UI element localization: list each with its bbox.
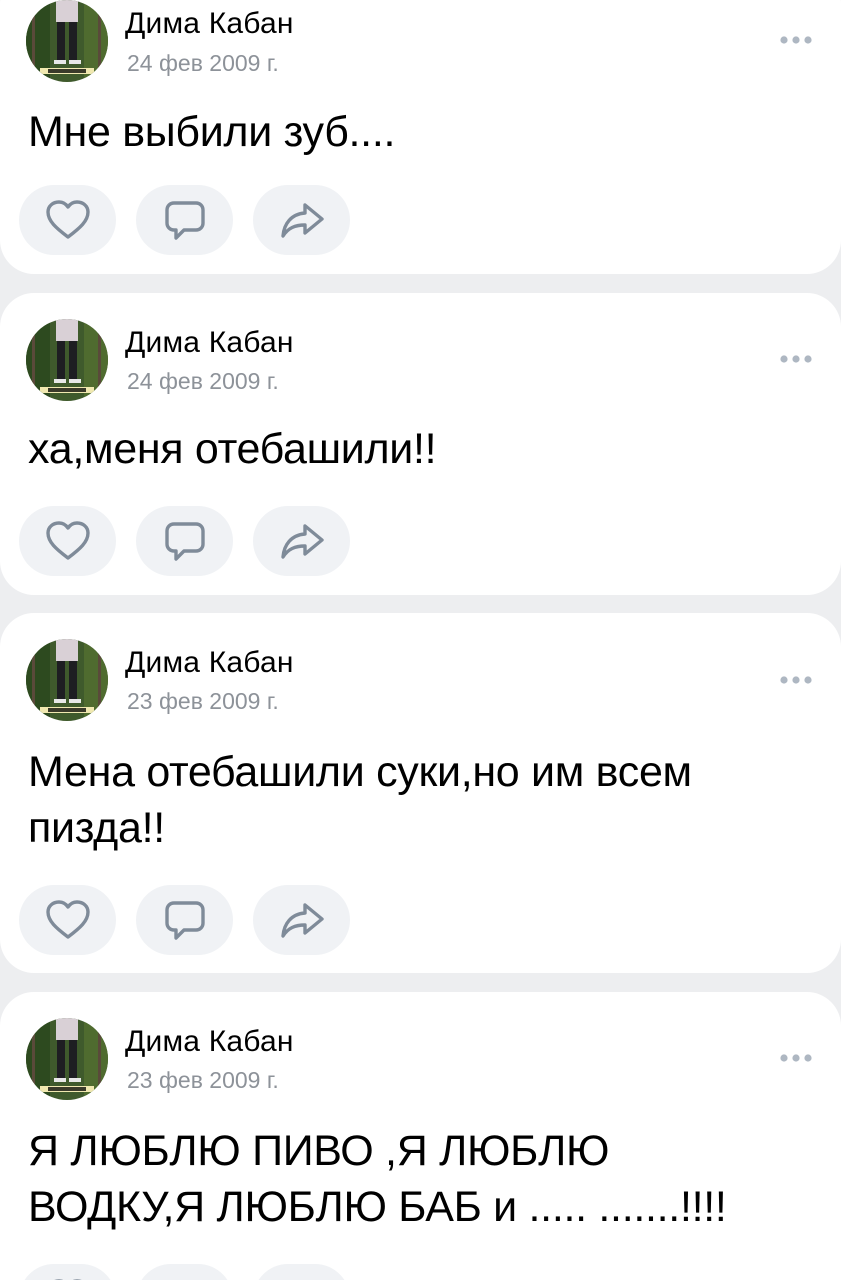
comment-icon xyxy=(164,901,205,940)
more-options-icon[interactable] xyxy=(778,354,814,364)
post-card: Дима Кабан 23 фев 2009 г. Я ЛЮБЛЮ ПИВО ,… xyxy=(0,992,841,1280)
comment-button[interactable] xyxy=(136,1264,233,1280)
post-date[interactable]: 23 фев 2009 г. xyxy=(127,688,279,715)
comment-icon xyxy=(164,201,205,240)
comment-button[interactable] xyxy=(136,185,233,255)
share-button[interactable] xyxy=(253,506,350,576)
comment-icon xyxy=(162,1276,208,1280)
author-name[interactable]: Дима Кабан xyxy=(125,7,294,41)
post-date[interactable]: 23 фев 2009 г. xyxy=(127,1067,279,1094)
post-card: Дима Кабан 23 фев 2009 г. Мена отебашили… xyxy=(0,613,841,973)
post-text: Мне выбили зуб.... xyxy=(28,108,396,156)
post-actions xyxy=(19,506,350,576)
post-card: Дима Кабан 24 фев 2009 г. ха,меня отебаш… xyxy=(0,293,841,595)
post-feed: Дима Кабан 24 фев 2009 г. Мне выбили зуб… xyxy=(0,0,841,1280)
share-icon xyxy=(280,524,324,559)
like-icon xyxy=(45,200,90,239)
share-button[interactable] xyxy=(253,1264,350,1280)
like-button[interactable] xyxy=(19,1264,116,1280)
post-actions xyxy=(19,1264,350,1280)
post-date[interactable]: 24 фев 2009 г. xyxy=(127,50,279,77)
post-card: Дима Кабан 24 фев 2009 г. Мне выбили зуб… xyxy=(0,0,841,274)
more-options-icon[interactable] xyxy=(778,675,814,685)
avatar-photo xyxy=(26,0,108,82)
avatar-photo xyxy=(26,1018,108,1100)
author-name[interactable]: Дима Кабан xyxy=(125,646,294,680)
post-actions xyxy=(19,185,350,255)
like-button[interactable] xyxy=(19,506,116,576)
post-date[interactable]: 24 фев 2009 г. xyxy=(127,368,279,395)
author-name[interactable]: Дима Кабан xyxy=(125,1025,294,1059)
comment-icon xyxy=(164,522,205,561)
like-icon xyxy=(45,521,90,560)
more-options-icon[interactable] xyxy=(778,1053,814,1063)
post-text: Мена отебашили суки,но им всем пизда!! xyxy=(28,748,692,852)
comment-button[interactable] xyxy=(136,885,233,955)
share-button[interactable] xyxy=(253,885,350,955)
avatar-photo xyxy=(26,639,108,721)
share-icon xyxy=(280,903,324,938)
avatar[interactable] xyxy=(26,319,108,401)
post-actions xyxy=(19,885,350,955)
more-options-icon[interactable] xyxy=(778,35,814,45)
like-button[interactable] xyxy=(19,885,116,955)
comment-button[interactable] xyxy=(136,506,233,576)
like-button[interactable] xyxy=(19,185,116,255)
share-button[interactable] xyxy=(253,185,350,255)
share-icon xyxy=(280,203,324,238)
like-icon xyxy=(45,900,90,939)
avatar[interactable] xyxy=(26,1018,108,1100)
avatar[interactable] xyxy=(26,639,108,721)
avatar-photo xyxy=(26,319,108,401)
avatar[interactable] xyxy=(26,0,108,82)
post-text: Я ЛЮБЛЮ ПИВО ,Я ЛЮБЛЮ ВОДКУ,Я ЛЮБЛЮ БАБ … xyxy=(28,1127,727,1231)
post-text: ха,меня отебашили!! xyxy=(28,425,437,473)
author-name[interactable]: Дима Кабан xyxy=(125,326,294,360)
